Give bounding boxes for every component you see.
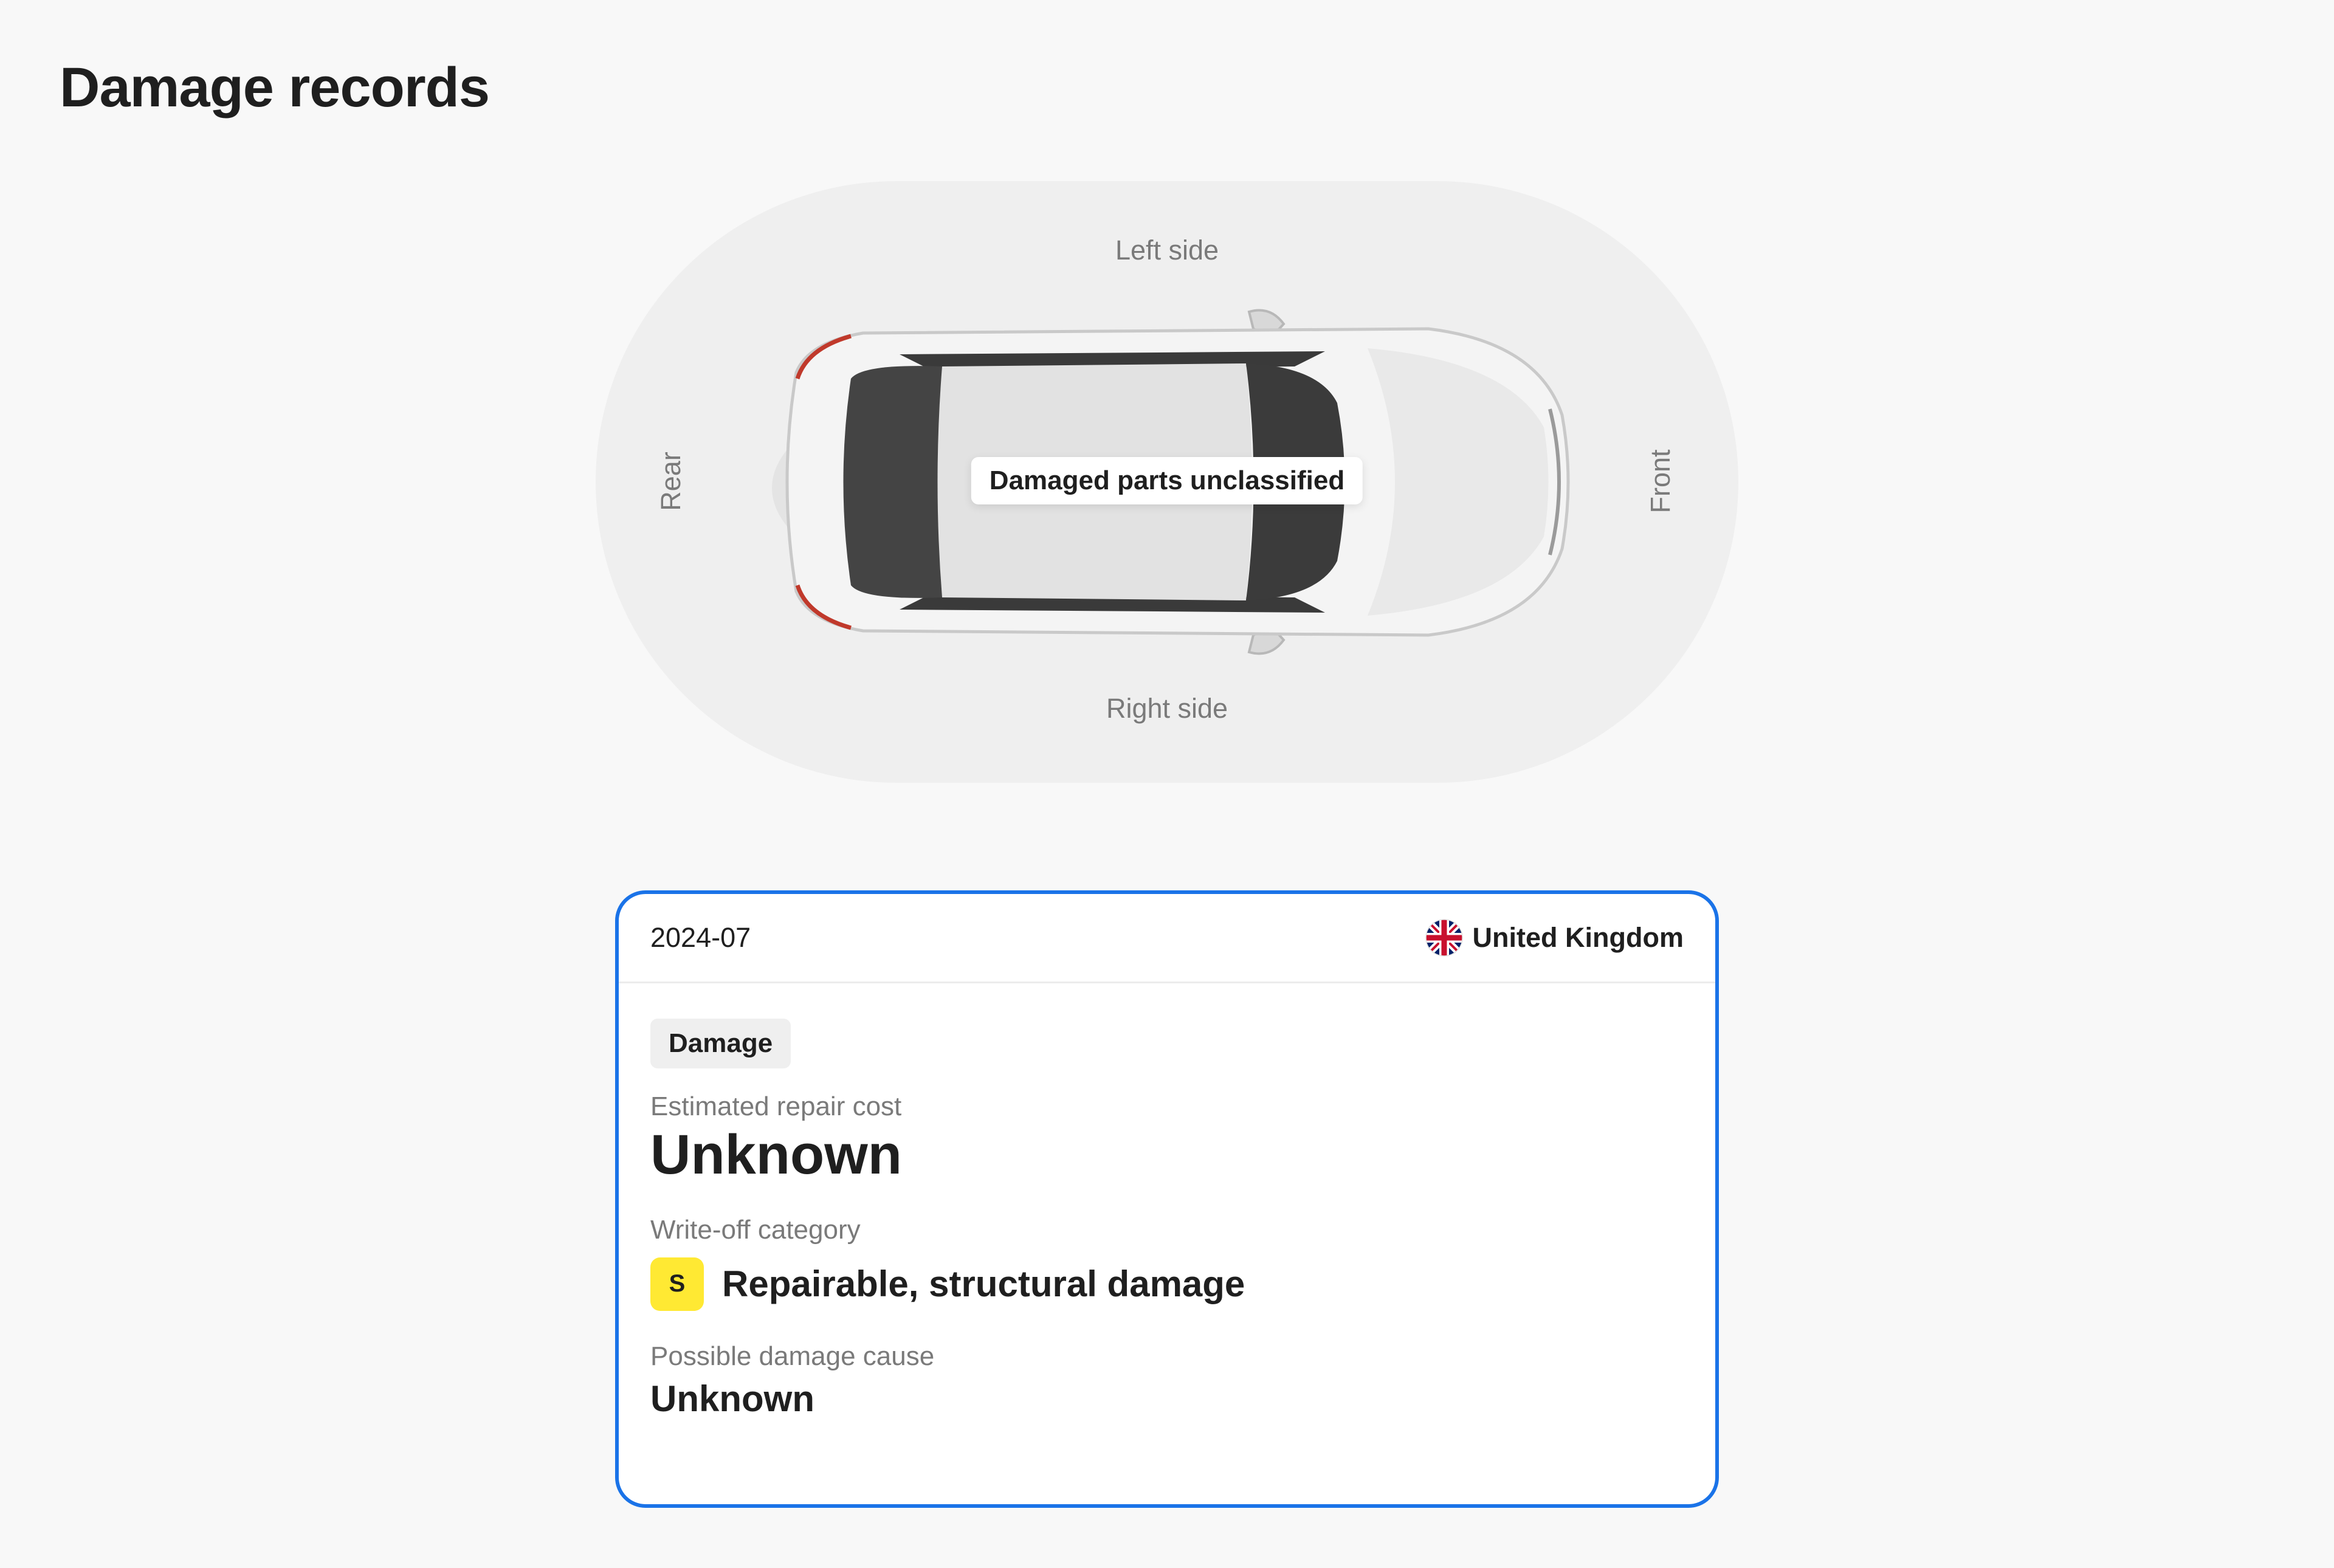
page-title: Damage records — [60, 57, 490, 119]
front-label: Front — [1645, 449, 1676, 514]
repair-cost-value: Unknown — [650, 1124, 902, 1186]
right-side-label: Right side — [1106, 693, 1228, 724]
car-damage-diagram: Left side Right side Rear Front Damaged … — [596, 181, 1738, 783]
left-side-label: Left side — [1115, 235, 1219, 266]
damage-cause-label: Possible damage cause — [650, 1341, 935, 1371]
card-body: Damage Estimated repair cost Unknown Wri… — [619, 983, 1715, 1420]
record-country: United Kingdom — [1425, 919, 1684, 957]
writeoff-category: S Repairable, structural damage — [650, 1257, 1684, 1311]
writeoff-category-badge: S — [650, 1257, 704, 1311]
writeoff-category-label: Write-off category — [650, 1214, 861, 1245]
damage-record-card[interactable]: 2024-07 United Kingdom Damage Estimated … — [615, 890, 1719, 1508]
damage-tag: Damaged parts unclassified — [971, 457, 1363, 504]
repair-cost-label: Estimated repair cost — [650, 1092, 902, 1121]
country-name: United Kingdom — [1472, 922, 1684, 953]
record-date: 2024-07 — [650, 922, 751, 953]
damage-cause-value: Unknown — [650, 1378, 814, 1419]
uk-flag-icon — [1425, 919, 1463, 957]
card-header: 2024-07 United Kingdom — [619, 894, 1715, 983]
record-type-badge: Damage — [650, 1019, 791, 1068]
writeoff-category-text: Repairable, structural damage — [722, 1264, 1245, 1305]
rear-label: Rear — [655, 452, 686, 511]
